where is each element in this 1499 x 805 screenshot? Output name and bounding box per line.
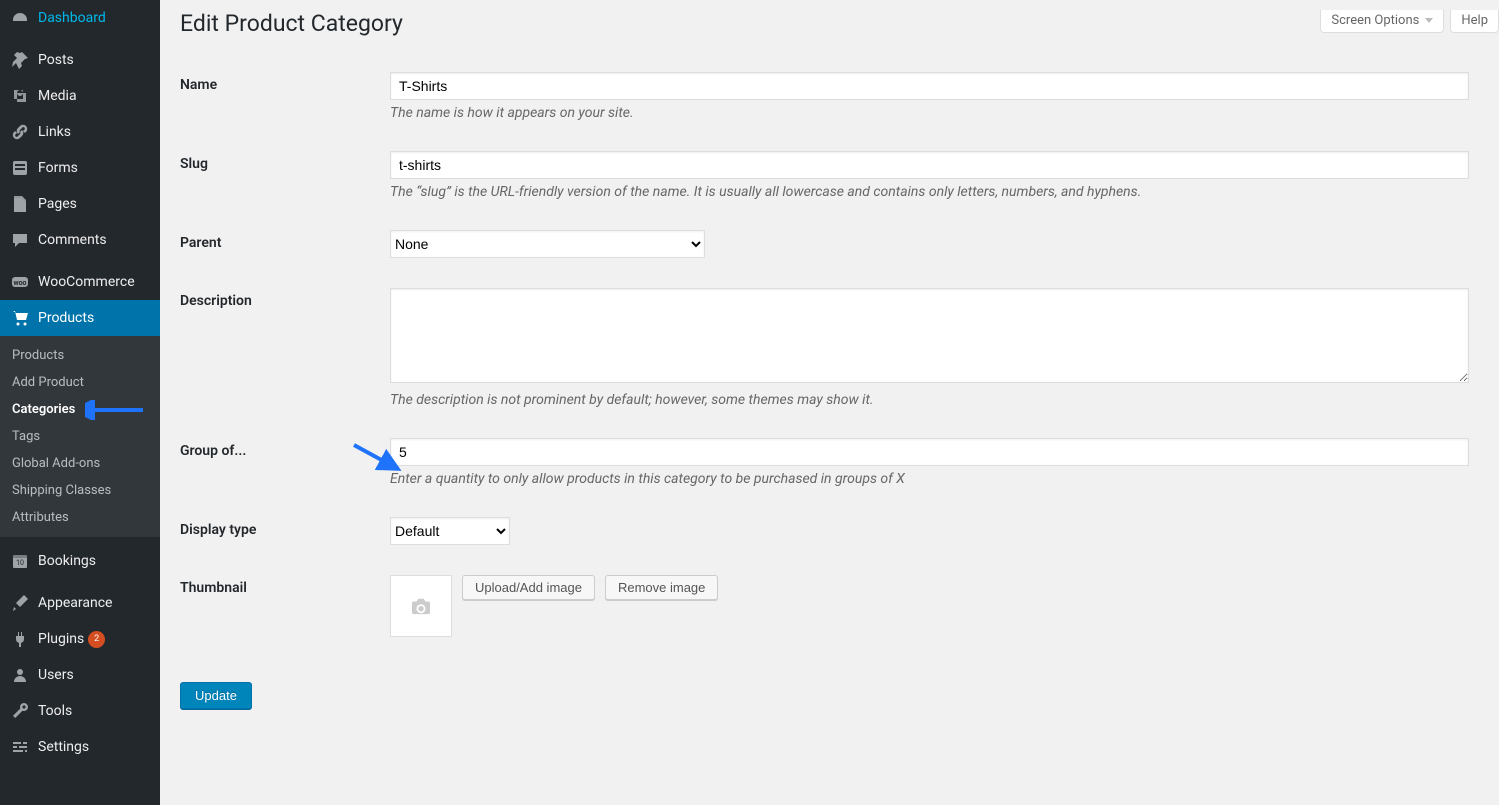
group-of-desc: Enter a quantity to only allow products … xyxy=(390,471,1469,487)
sidebar-item-bookings[interactable]: 10 Bookings xyxy=(0,543,160,579)
submenu-products[interactable]: Products xyxy=(0,342,160,369)
wrench-icon xyxy=(10,701,30,721)
sidebar-item-forms[interactable]: Forms xyxy=(0,150,160,186)
name-desc: The name is how it appears on your site. xyxy=(390,105,1469,121)
sidebar-item-dashboard[interactable]: Dashboard xyxy=(0,0,160,36)
sidebar-item-plugins[interactable]: Plugins2 xyxy=(0,621,160,657)
description-desc: The description is not prominent by defa… xyxy=(390,392,1469,408)
screen-options-button[interactable]: Screen Options xyxy=(1320,10,1444,33)
sidebar-item-posts[interactable]: Posts xyxy=(0,42,160,78)
description-textarea[interactable] xyxy=(390,288,1469,383)
content-area: Screen Options Help Edit Product Categor… xyxy=(160,10,1499,782)
media-icon xyxy=(10,86,30,106)
sidebar-item-comments[interactable]: Comments xyxy=(0,222,160,258)
sidebar-item-label: Settings xyxy=(38,739,89,755)
cart-icon xyxy=(10,308,30,328)
plug-icon xyxy=(10,629,30,649)
sidebar-item-label: Products xyxy=(38,310,94,326)
slug-desc: The “slug” is the URL-friendly version o… xyxy=(390,184,1469,200)
link-icon xyxy=(10,122,30,142)
display-type-label: Display type xyxy=(180,502,390,560)
sidebar-item-label: Appearance xyxy=(38,595,112,611)
sliders-icon xyxy=(10,737,30,757)
remove-image-button[interactable]: Remove image xyxy=(605,575,718,600)
submenu-shipping-classes[interactable]: Shipping Classes xyxy=(0,477,160,504)
chevron-down-icon xyxy=(1425,18,1433,23)
sidebar-item-label: Bookings xyxy=(38,553,96,569)
user-icon xyxy=(10,665,30,685)
sidebar-item-label: Users xyxy=(38,667,74,683)
sidebar-item-label: Forms xyxy=(38,160,78,176)
sidebar-item-tools[interactable]: Tools xyxy=(0,693,160,729)
sidebar-item-label: Links xyxy=(38,124,71,140)
sidebar-item-label: Dashboard xyxy=(38,10,106,26)
sidebar-item-products[interactable]: Products xyxy=(0,300,160,336)
thumbnail-label: Thumbnail xyxy=(180,560,390,652)
page-title: Edit Product Category xyxy=(180,10,1479,37)
help-label: Help xyxy=(1461,13,1488,28)
submenu-tags[interactable]: Tags xyxy=(0,423,160,450)
submenu-categories[interactable]: Categories xyxy=(0,396,160,423)
camera-icon xyxy=(410,597,432,615)
sidebar-item-label: Posts xyxy=(38,52,74,68)
upload-image-button[interactable]: Upload/Add image xyxy=(462,575,595,600)
screen-options-label: Screen Options xyxy=(1331,13,1419,28)
page-icon xyxy=(10,194,30,214)
sidebar-item-pages[interactable]: Pages xyxy=(0,186,160,222)
sidebar-item-label: Pages xyxy=(38,196,77,212)
display-type-select[interactable]: Default xyxy=(390,517,510,545)
sidebar-item-media[interactable]: Media xyxy=(0,78,160,114)
sidebar-item-label: Tools xyxy=(38,703,72,719)
sidebar-item-appearance[interactable]: Appearance xyxy=(0,585,160,621)
slug-input[interactable] xyxy=(390,151,1469,179)
svg-text:woo: woo xyxy=(13,279,26,287)
group-of-input[interactable] xyxy=(390,438,1469,466)
slug-label: Slug xyxy=(180,136,390,215)
dashboard-icon xyxy=(10,8,30,28)
products-submenu: ProductsAdd ProductCategoriesTagsGlobal … xyxy=(0,336,160,537)
edit-category-form: Name The name is how it appears on your … xyxy=(180,57,1479,652)
svg-text:10: 10 xyxy=(16,559,24,567)
pin-icon xyxy=(10,50,30,70)
description-label: Description xyxy=(180,273,390,423)
top-screen-tabs: Screen Options Help xyxy=(1320,10,1499,33)
admin-sidebar: Dashboard Posts Media Links Forms Pages Commen… xyxy=(0,0,160,805)
submenu-attributes[interactable]: Attributes xyxy=(0,504,160,531)
sidebar-item-label: WooCommerce xyxy=(38,274,135,290)
brush-icon xyxy=(10,593,30,613)
thumbnail-preview xyxy=(390,575,452,637)
sidebar-item-label: Plugins xyxy=(38,631,84,647)
name-label: Name xyxy=(180,57,390,136)
update-count-badge: 2 xyxy=(88,631,105,648)
woo-icon: woo xyxy=(10,272,30,292)
sidebar-item-links[interactable]: Links xyxy=(0,114,160,150)
form-icon xyxy=(10,158,30,178)
calendar-icon: 10 xyxy=(10,551,30,571)
update-button[interactable]: Update xyxy=(180,682,252,709)
sidebar-item-settings[interactable]: Settings xyxy=(0,729,160,765)
sidebar-item-label: Media xyxy=(38,88,77,104)
submenu-add-product[interactable]: Add Product xyxy=(0,369,160,396)
submenu-global-addons[interactable]: Global Add-ons xyxy=(0,450,160,477)
sidebar-item-woocommerce[interactable]: woo WooCommerce xyxy=(0,264,160,300)
group-of-label: Group of... xyxy=(180,423,390,502)
parent-label: Parent xyxy=(180,215,390,273)
parent-select[interactable]: None xyxy=(390,230,705,258)
sidebar-item-label: Comments xyxy=(38,232,107,248)
sidebar-item-users[interactable]: Users xyxy=(0,657,160,693)
help-button[interactable]: Help xyxy=(1450,10,1499,33)
name-input[interactable] xyxy=(390,72,1469,100)
comment-icon xyxy=(10,230,30,250)
